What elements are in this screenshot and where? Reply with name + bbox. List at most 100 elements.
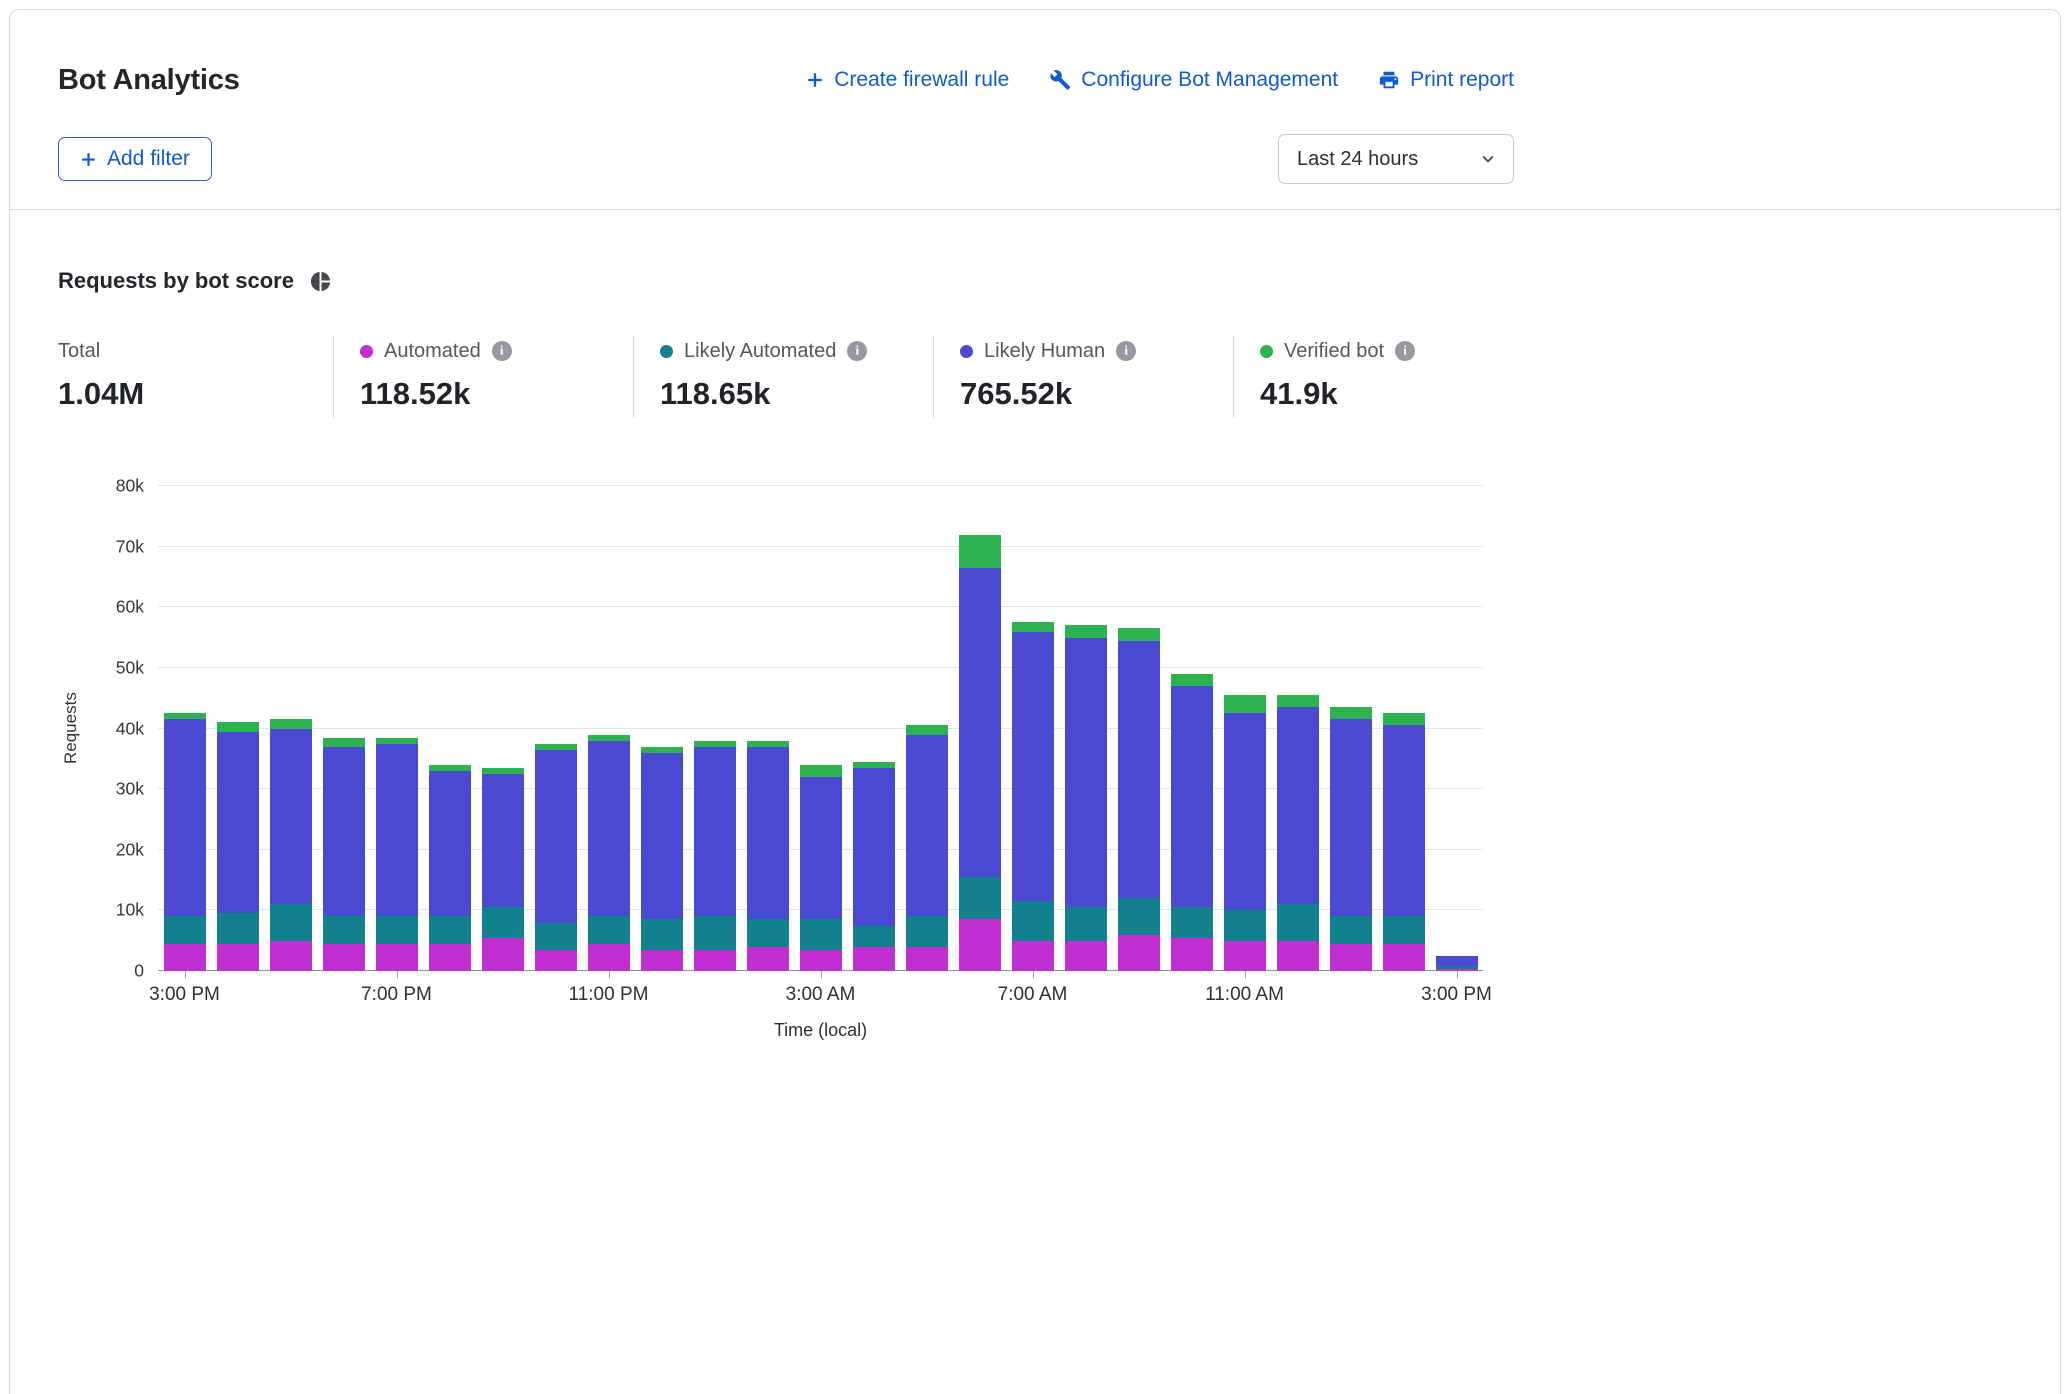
- bar-17[interactable]: [1065, 486, 1107, 971]
- print-report-link[interactable]: Print report: [1378, 68, 1514, 92]
- segment-likely-human[interactable]: [1118, 641, 1160, 899]
- segment-automated[interactable]: [323, 944, 365, 971]
- info-icon[interactable]: [847, 341, 867, 361]
- segment-likely-automated[interactable]: [1383, 916, 1425, 943]
- info-icon[interactable]: [1395, 341, 1415, 361]
- segment-likely-automated[interactable]: [429, 916, 471, 943]
- segment-likely-automated[interactable]: [1118, 898, 1160, 934]
- segment-likely-automated[interactable]: [747, 919, 789, 946]
- segment-likely-human[interactable]: [1277, 707, 1319, 904]
- segment-likely-human[interactable]: [1065, 638, 1107, 908]
- segment-automated[interactable]: [1065, 941, 1107, 971]
- bar-16[interactable]: [1012, 486, 1054, 971]
- bar-8[interactable]: [588, 486, 630, 971]
- segment-automated[interactable]: [1277, 941, 1319, 971]
- bar-0[interactable]: [164, 486, 206, 971]
- bar-10[interactable]: [694, 486, 736, 971]
- segment-likely-human[interactable]: [217, 732, 259, 914]
- segment-automated[interactable]: [376, 944, 418, 971]
- bar-19[interactable]: [1171, 486, 1213, 971]
- segment-likely-automated[interactable]: [1277, 904, 1319, 940]
- segment-likely-human[interactable]: [588, 741, 630, 917]
- segment-likely-automated[interactable]: [641, 919, 683, 949]
- bar-21[interactable]: [1277, 486, 1319, 971]
- segment-likely-automated[interactable]: [164, 916, 206, 943]
- segment-likely-human[interactable]: [323, 747, 365, 917]
- segment-likely-human[interactable]: [694, 747, 736, 917]
- segment-likely-human[interactable]: [959, 568, 1001, 877]
- segment-likely-human[interactable]: [1171, 686, 1213, 907]
- segment-likely-human[interactable]: [270, 729, 312, 905]
- segment-automated[interactable]: [800, 950, 842, 971]
- segment-likely-automated[interactable]: [959, 877, 1001, 919]
- segment-likely-automated[interactable]: [482, 907, 524, 937]
- segment-verified-bot[interactable]: [1277, 695, 1319, 707]
- bar-23[interactable]: [1383, 486, 1425, 971]
- segment-verified-bot[interactable]: [323, 738, 365, 747]
- segment-likely-automated[interactable]: [800, 919, 842, 949]
- segment-likely-automated[interactable]: [270, 904, 312, 940]
- segment-automated[interactable]: [1118, 935, 1160, 971]
- bar-12[interactable]: [800, 486, 842, 971]
- segment-automated[interactable]: [482, 938, 524, 971]
- segment-verified-bot[interactable]: [800, 765, 842, 777]
- bar-9[interactable]: [641, 486, 683, 971]
- segment-automated[interactable]: [164, 944, 206, 971]
- bar-22[interactable]: [1330, 486, 1372, 971]
- segment-automated[interactable]: [959, 919, 1001, 971]
- segment-likely-human[interactable]: [1436, 956, 1478, 966]
- segment-likely-automated[interactable]: [906, 916, 948, 946]
- segment-likely-human[interactable]: [429, 771, 471, 917]
- segment-automated[interactable]: [694, 950, 736, 971]
- bar-14[interactable]: [906, 486, 948, 971]
- create-firewall-rule-link[interactable]: Create firewall rule: [806, 68, 1009, 92]
- segment-automated[interactable]: [1383, 944, 1425, 971]
- segment-automated[interactable]: [1171, 938, 1213, 971]
- segment-likely-automated[interactable]: [323, 916, 365, 943]
- segment-automated[interactable]: [641, 950, 683, 971]
- time-range-select[interactable]: Last 24 hours: [1278, 134, 1514, 184]
- bar-6[interactable]: [482, 486, 524, 971]
- segment-verified-bot[interactable]: [217, 722, 259, 731]
- segment-likely-human[interactable]: [800, 777, 842, 919]
- segment-likely-automated[interactable]: [1065, 907, 1107, 940]
- info-icon[interactable]: [1116, 341, 1136, 361]
- bar-11[interactable]: [747, 486, 789, 971]
- bar-24[interactable]: [1436, 486, 1478, 971]
- segment-automated[interactable]: [1012, 941, 1054, 971]
- bar-2[interactable]: [270, 486, 312, 971]
- segment-automated[interactable]: [1224, 941, 1266, 971]
- segment-likely-automated[interactable]: [588, 916, 630, 943]
- info-icon[interactable]: [492, 341, 512, 361]
- add-filter-button[interactable]: Add filter: [58, 137, 212, 181]
- segment-likely-automated[interactable]: [1330, 916, 1372, 943]
- segment-verified-bot[interactable]: [270, 719, 312, 728]
- bar-18[interactable]: [1118, 486, 1160, 971]
- segment-likely-automated[interactable]: [694, 916, 736, 949]
- bar-20[interactable]: [1224, 486, 1266, 971]
- segment-likely-automated[interactable]: [1012, 901, 1054, 940]
- segment-likely-human[interactable]: [1383, 725, 1425, 916]
- segment-verified-bot[interactable]: [1224, 695, 1266, 713]
- segment-automated[interactable]: [535, 950, 577, 971]
- segment-likely-human[interactable]: [482, 774, 524, 907]
- segment-verified-bot[interactable]: [1118, 628, 1160, 640]
- segment-automated[interactable]: [217, 944, 259, 971]
- segment-automated[interactable]: [853, 947, 895, 971]
- bar-1[interactable]: [217, 486, 259, 971]
- segment-likely-human[interactable]: [535, 750, 577, 923]
- bar-13[interactable]: [853, 486, 895, 971]
- segment-likely-automated[interactable]: [1224, 910, 1266, 940]
- bar-15[interactable]: [959, 486, 1001, 971]
- segment-likely-automated[interactable]: [1171, 907, 1213, 937]
- segment-verified-bot[interactable]: [1383, 713, 1425, 725]
- bar-3[interactable]: [323, 486, 365, 971]
- segment-likely-human[interactable]: [747, 747, 789, 920]
- segment-verified-bot[interactable]: [959, 535, 1001, 568]
- segment-likely-human[interactable]: [1330, 719, 1372, 916]
- segment-automated[interactable]: [270, 941, 312, 971]
- segment-verified-bot[interactable]: [1171, 674, 1213, 686]
- segment-verified-bot[interactable]: [1065, 625, 1107, 637]
- bar-4[interactable]: [376, 486, 418, 971]
- bar-5[interactable]: [429, 486, 471, 971]
